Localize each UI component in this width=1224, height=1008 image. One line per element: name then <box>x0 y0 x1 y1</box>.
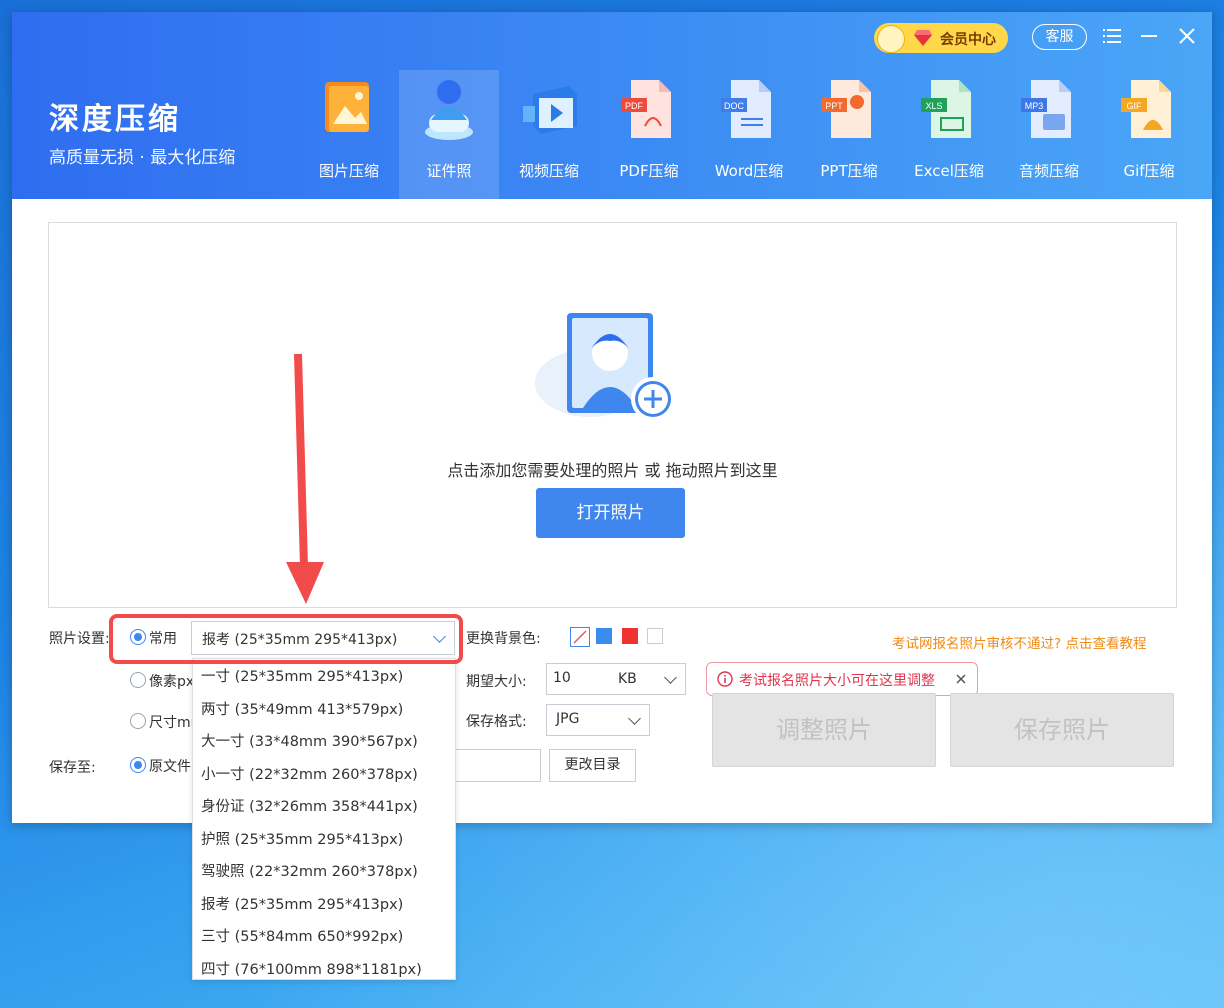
arrow-down-icon <box>286 562 324 604</box>
highlight-box <box>109 614 463 664</box>
annotation-overlay <box>109 353 463 664</box>
annotation-arrow-shaft <box>294 353 308 567</box>
